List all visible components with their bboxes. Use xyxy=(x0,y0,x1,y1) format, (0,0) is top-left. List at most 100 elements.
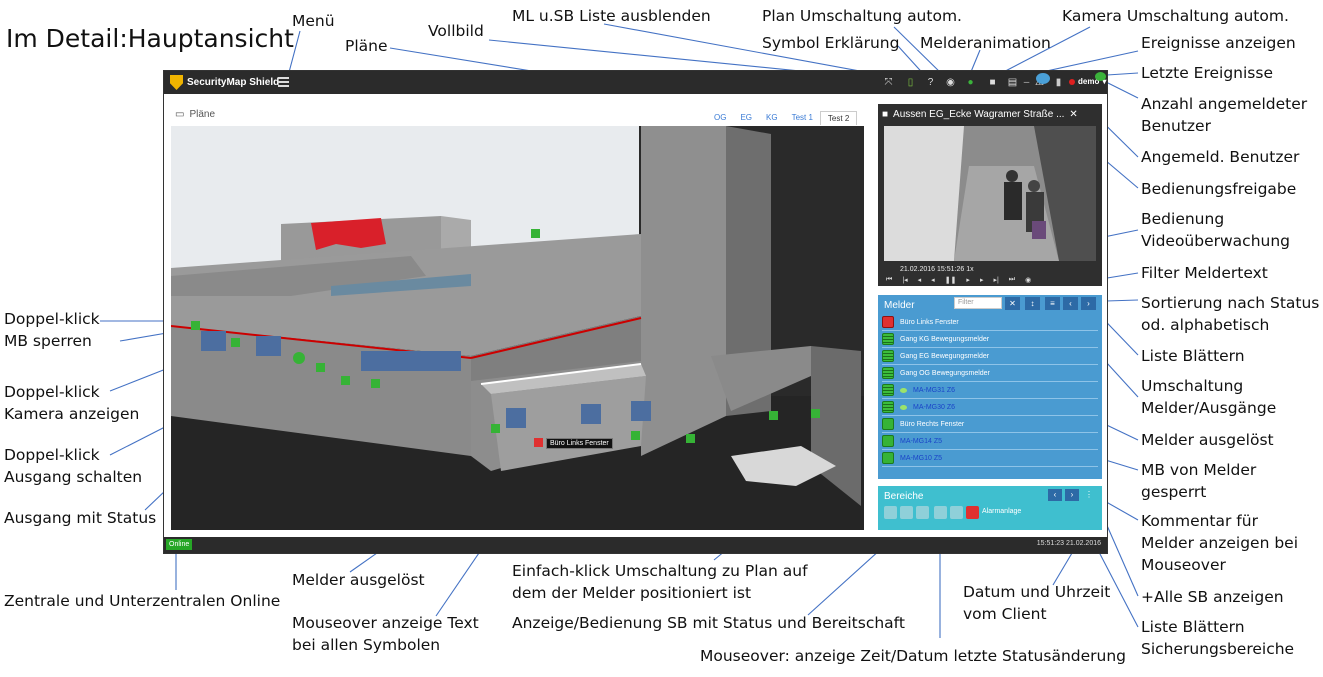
home-alt-icon[interactable] xyxy=(900,506,913,519)
chat-bubble-icon[interactable] xyxy=(1036,73,1050,84)
tab-og[interactable]: OG xyxy=(707,111,733,125)
warning-icon[interactable] xyxy=(934,506,947,519)
shield-icon xyxy=(170,75,183,90)
events-list-icon[interactable]: ▤ xyxy=(1006,76,1019,89)
video-camera-icon: ■ xyxy=(882,109,889,120)
melder-row[interactable]: Büro Links Fenster xyxy=(882,314,1098,331)
camera-icon[interactable]: ■ xyxy=(986,76,999,89)
callout-sortierung-2: od. alphabetisch xyxy=(1141,316,1270,334)
plans-header: ▭ Pläne xyxy=(175,109,215,120)
tab-test-1[interactable]: Test 1 xyxy=(785,111,820,125)
play-icon[interactable]: ▸ xyxy=(966,276,970,284)
callout-zentrale: Zentrale und Unterzentralen Online xyxy=(4,592,281,610)
melder-row[interactable]: MA-MG30 Z6 xyxy=(882,399,1098,416)
callout-bedienung-2: Videoüberwachung xyxy=(1141,232,1291,250)
melder-row[interactable]: Büro Rechts Fenster xyxy=(882,416,1098,433)
inbox-icon: ▭ xyxy=(175,109,185,120)
callout-dk-mb-2: MB sperren xyxy=(4,332,92,350)
speaker-icon[interactable] xyxy=(950,506,963,519)
camera-timestamp: 21.02.2016 15:51:26 1x xyxy=(900,266,974,273)
operation-lock-icon[interactable]: ▮ xyxy=(1052,76,1065,89)
view-icon[interactable]: ◉ xyxy=(1025,276,1031,284)
melder-label: MA-MG30 Z6 xyxy=(913,403,956,411)
last-frame-icon[interactable]: ⏭ xyxy=(1009,276,1015,284)
callout-kamera-umschaltung: Kamera Umschaltung autom. xyxy=(1062,7,1289,25)
app-window: SecurityMap Shield ⤧ ▯ ? ◉ ● ■ ▤ – ⚠ ▮ d… xyxy=(163,70,1108,554)
street-scene-image xyxy=(884,126,1096,261)
callout-sb-blaettern-1: Liste Blättern xyxy=(1141,618,1245,636)
melder-label: MA-MG14 Z5 xyxy=(900,437,943,445)
callout-vollbild: Vollbild xyxy=(428,22,484,40)
video-controls: ⏮ |◂ ◂ ◂ ❚❚ ▸ ▸ ▸| ⏭ ◉ xyxy=(886,276,1031,284)
callout-ausgang-status: Ausgang mit Status xyxy=(4,509,157,527)
blocked-status-icon xyxy=(882,367,894,379)
melder-title: Melder xyxy=(884,300,915,311)
callout-liste-blaettern: Liste Blättern xyxy=(1141,347,1245,365)
bereiche-title: Bereiche xyxy=(884,491,924,502)
melder-label: Büro Links Fenster xyxy=(900,318,959,326)
rewind-icon[interactable]: ◂ xyxy=(918,276,922,284)
comment-icon[interactable] xyxy=(900,404,907,410)
step-forward-icon[interactable]: ▸| xyxy=(993,276,998,284)
callout-kommentar-3: Mouseover xyxy=(1141,556,1226,574)
melder-filter-input[interactable]: Filter xyxy=(954,297,1002,309)
user-count-badge xyxy=(1095,72,1106,81)
melder-row[interactable]: MA-MG10 Z5 xyxy=(882,450,1098,467)
melder-row[interactable]: Gang KG Bewegungsmelder xyxy=(882,331,1098,348)
sb-prev-button[interactable]: ‹ xyxy=(1048,489,1062,501)
callout-datum-1: Datum und Uhrzeit xyxy=(963,583,1111,601)
toggle-lists-icon[interactable]: ▯ xyxy=(904,76,917,89)
sort-button[interactable]: ↕ xyxy=(1025,297,1040,310)
brand-logo[interactable]: SecurityMap Shield xyxy=(170,74,279,91)
hamburger-menu-icon[interactable] xyxy=(278,77,289,87)
building-plan-view[interactable]: Büro Links Fenster xyxy=(171,126,864,530)
clear-filter-button[interactable]: ✕ xyxy=(1005,297,1020,310)
status-bar: Online 15:51:23 21.02.2016 xyxy=(164,537,1107,553)
tab-kg[interactable]: KG xyxy=(759,111,785,125)
first-frame-icon[interactable]: ⏮ xyxy=(886,276,892,284)
next-page-button[interactable]: › xyxy=(1081,297,1096,310)
callout-bedienung-1: Bedienung xyxy=(1141,210,1225,228)
toggle-list-button[interactable]: ≡ xyxy=(1045,297,1060,310)
home-icon[interactable] xyxy=(884,506,897,519)
tab-eg[interactable]: EG xyxy=(733,111,759,125)
melder-row[interactable]: MA-MG31 Z6 xyxy=(882,382,1098,399)
sb-more-button[interactable]: ⋮ xyxy=(1082,489,1096,501)
melder-label: Gang EG Bewegungsmelder xyxy=(900,352,990,360)
melder-row[interactable]: MA-MG14 Z5 xyxy=(882,433,1098,450)
callout-plan-umschaltung: Plan Umschaltung autom. xyxy=(762,7,962,25)
camera-header: ■ Aussen EG_Ecke Wagramer Straße ... ✕ xyxy=(882,109,1078,120)
callout-mouseover-2: bei allen Symbolen xyxy=(292,636,441,654)
step-back-icon[interactable]: |◂ xyxy=(902,276,907,284)
camera-video-feed[interactable] xyxy=(884,126,1096,261)
building-3d-illustration xyxy=(171,126,864,530)
plan-tabs: OG EG KG Test 1 Test 2 xyxy=(707,111,858,125)
events-count-icon[interactable]: – xyxy=(1020,76,1033,89)
sb-next-button[interactable]: › xyxy=(1065,489,1079,501)
callout-bedienungsfreigabe: Bedienungsfreigabe xyxy=(1141,180,1297,198)
eye-icon[interactable]: ◉ xyxy=(944,76,957,89)
client-datetime: 15:51:23 21.02.2016 xyxy=(1036,540,1101,547)
pause-icon[interactable]: ❚❚ xyxy=(945,276,957,284)
melder-animation-icon[interactable]: ● xyxy=(964,76,977,89)
plans-panel: ▭ Pläne OG EG KG Test 1 Test 2 Büro Link… xyxy=(167,102,867,532)
callout-sb-blaettern-2: Sicherungsbereiche xyxy=(1141,640,1295,658)
door-icon[interactable] xyxy=(916,506,929,519)
ok-status-icon xyxy=(882,435,894,447)
help-icon[interactable]: ? xyxy=(924,76,937,89)
melder-row[interactable]: Gang EG Bewegungsmelder xyxy=(882,348,1098,365)
prev-page-button[interactable]: ‹ xyxy=(1063,297,1078,310)
alarm-icon[interactable] xyxy=(966,506,979,519)
close-icon[interactable]: ✕ xyxy=(1069,109,1077,120)
melder-row[interactable]: Gang OG Bewegungsmelder xyxy=(882,365,1098,382)
back-icon[interactable]: ◂ xyxy=(931,276,935,284)
forward-icon[interactable]: ▸ xyxy=(980,276,984,284)
tab-test-2[interactable]: Test 2 xyxy=(819,111,858,125)
callout-mb-gesperrt-2: gesperrt xyxy=(1141,483,1207,501)
fullscreen-icon[interactable]: ⤧ xyxy=(882,76,895,89)
callout-kommentar-1: Kommentar für xyxy=(1141,512,1258,530)
callout-mouseover-zeit: Mouseover: anzeige Zeit/Datum letzte Sta… xyxy=(700,647,1127,665)
callout-menu: Menü xyxy=(292,12,335,30)
brand-name: SecurityMap Shield xyxy=(187,77,280,88)
comment-icon[interactable] xyxy=(900,387,907,393)
